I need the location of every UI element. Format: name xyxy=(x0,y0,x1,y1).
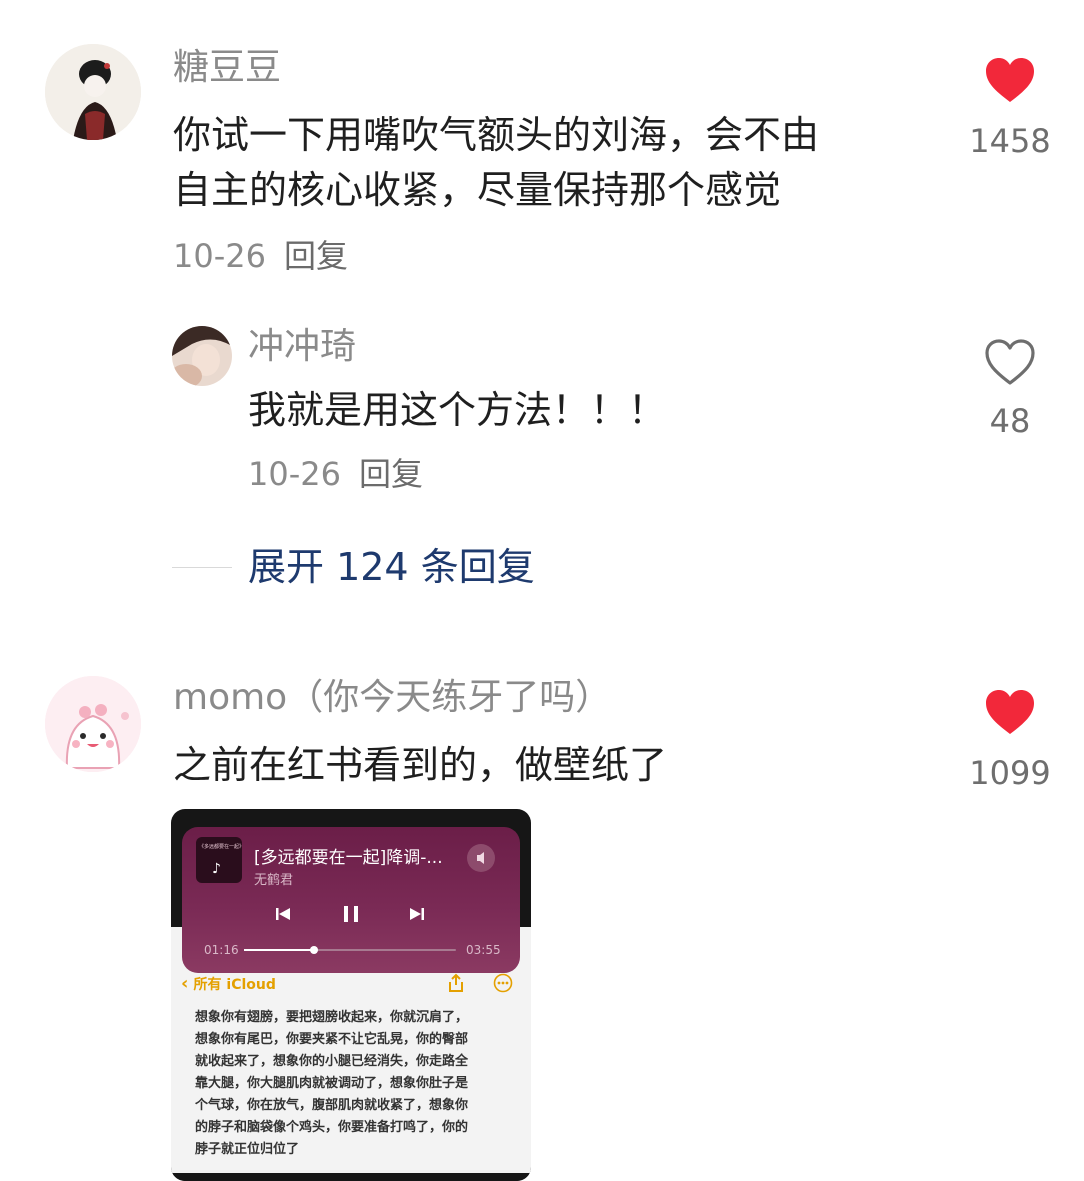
cover-text: 《多远都要在一起》 xyxy=(199,844,242,850)
comment-username[interactable]: 冲冲琦 xyxy=(248,325,356,369)
share-icon xyxy=(449,973,463,992)
previous-track-icon[interactable] xyxy=(274,905,292,923)
song-title: [多远都要在一起]降调-... xyxy=(254,848,443,868)
music-note-icon: ♪ xyxy=(212,861,221,877)
time-total: 03:55 xyxy=(466,943,501,957)
comment-text-line: 你试一下用嘴吹气额头的刘海，会不由 xyxy=(173,113,820,157)
notes-line: 想象你有翅膀，要把翅膀收起来，你就沉肩了， xyxy=(195,1010,469,1025)
comment-text: 我就是用这个方法！！！ xyxy=(248,388,667,432)
heart-filled-icon xyxy=(986,690,1034,734)
avatar-momo[interactable] xyxy=(45,676,141,772)
time-elapsed: 01:16 xyxy=(204,943,239,957)
progress-knob[interactable] xyxy=(309,946,318,954)
reply-button[interactable]: 回复 xyxy=(359,455,423,493)
like-button[interactable]: 48 xyxy=(955,336,1065,446)
heart-outline-icon xyxy=(985,339,1035,385)
like-count: 1458 xyxy=(969,122,1051,160)
avatar-tangdoudou[interactable] xyxy=(45,44,141,140)
comment-date: 10-26 xyxy=(173,237,266,275)
notes-body: 想象你有翅膀，要把翅膀收起来，你就沉肩了， 想象你有尾巴，你要夹紧不让它乱晃，你… xyxy=(195,1007,525,1161)
notes-back: ‹ 所有 iCloud xyxy=(181,973,276,994)
bottom-bar xyxy=(171,1173,531,1181)
attached-image[interactable]: ‹ 所有 iCloud 想象你有翅膀，要把翅膀收起来，你就沉肩了， 想象你有尾巴… xyxy=(171,809,531,1181)
comment-text: 之前在红书看到的，做壁纸了 xyxy=(173,743,668,787)
expand-divider xyxy=(172,567,232,568)
comment-text-line: 自主的核心收紧，尽量保持那个感觉 xyxy=(173,168,782,212)
audio-output-icon[interactable] xyxy=(467,844,495,872)
comment-meta: 10-26 回复 xyxy=(173,236,348,276)
avatar-chongchongqi[interactable] xyxy=(172,326,232,386)
like-count: 1099 xyxy=(969,754,1051,792)
progress-fill xyxy=(244,949,314,951)
notes-line: 就收起来了，想象你的小腿已经消失，你走路全 xyxy=(195,1054,469,1069)
reply-button[interactable]: 回复 xyxy=(284,237,348,275)
notes-line: 想象你有尾巴，你要夹紧不让它乱晃，你的臀部 xyxy=(195,1032,469,1047)
notes-line: 的脖子和脑袋像个鸡头，你要准备打鸣了，你的 xyxy=(195,1120,469,1135)
pause-icon[interactable] xyxy=(340,903,362,925)
like-count: 48 xyxy=(989,402,1031,440)
comment-meta: 10-26 回复 xyxy=(248,454,423,494)
song-artist: 无鹤君 xyxy=(254,873,294,888)
comment-username[interactable]: 糖豆豆 xyxy=(173,46,281,90)
album-cover: 《多远都要在一起》 ♪ xyxy=(196,837,242,883)
like-button[interactable]: 1458 xyxy=(955,52,1065,167)
notes-line: 靠大腿，你大腿肌肉就被调动了，想象你肚子是 xyxy=(195,1076,469,1091)
next-track-icon[interactable] xyxy=(408,905,426,923)
comment-date: 10-26 xyxy=(248,455,341,493)
comment-text: 你试一下用嘴吹气额头的刘海，会不由 自主的核心收紧，尽量保持那个感觉 xyxy=(173,108,933,218)
like-button[interactable]: 1099 xyxy=(955,684,1065,799)
progress-track xyxy=(244,946,456,954)
notes-back-label: 所有 iCloud xyxy=(193,977,276,993)
expand-replies-link[interactable]: 展开 124 条回复 xyxy=(248,544,535,590)
chevron-left-icon: ‹ xyxy=(181,973,189,994)
notes-line: 个气球，你在放气，腹部肌肉就收紧了，想象你 xyxy=(195,1098,469,1113)
music-player: 《多远都要在一起》 ♪ [多远都要在一起]降调-... 无鹤君 01:16 03… xyxy=(182,827,520,973)
notes-line: 脖子就正位归位了 xyxy=(195,1142,300,1157)
more-icon xyxy=(493,973,513,993)
comment-username[interactable]: momo（你今天练牙了吗） xyxy=(173,676,611,720)
heart-filled-icon xyxy=(986,58,1034,102)
